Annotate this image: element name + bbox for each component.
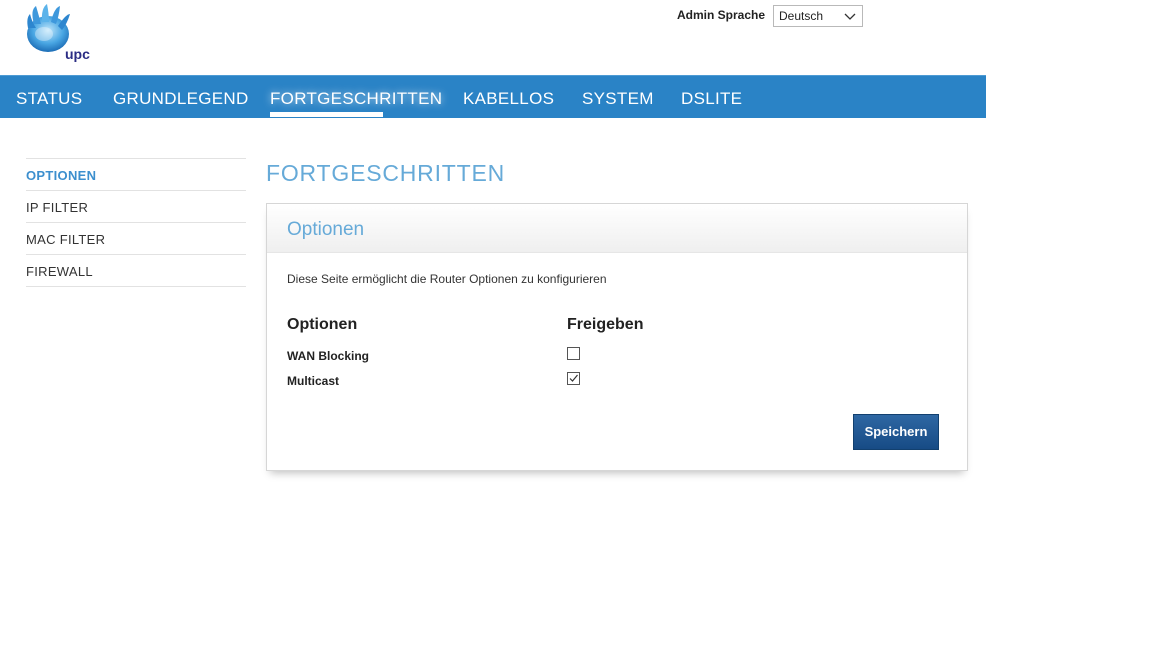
sidebar-item-firewall[interactable]: FIREWALL bbox=[26, 255, 246, 287]
option-label-multicast: Multicast bbox=[287, 374, 340, 388]
checkmark-icon bbox=[569, 374, 578, 382]
language-select[interactable]: Deutsch bbox=[773, 5, 863, 27]
active-nav-indicator bbox=[270, 112, 383, 117]
options-panel: Optionen Diese Seite ermöglicht die Rout… bbox=[266, 203, 968, 471]
nav-item-status[interactable]: STATUS bbox=[16, 76, 82, 119]
sidebar-item-mac-filter[interactable]: MAC FILTER bbox=[26, 223, 246, 255]
sidebar: OPTIONEN IP FILTER MAC FILTER FIREWALL bbox=[26, 158, 246, 287]
panel-description: Diese Seite ermöglicht die Router Option… bbox=[287, 272, 607, 286]
chevron-down-icon bbox=[844, 13, 856, 20]
multicast-checkbox[interactable] bbox=[567, 372, 580, 385]
language-selected-value: Deutsch bbox=[779, 9, 824, 23]
admin-language-label: Admin Sprache bbox=[677, 8, 766, 22]
main-navigation: STATUS GRUNDLEGEND FORTGESCHRITTEN KABEL… bbox=[0, 75, 986, 118]
panel-title: Optionen bbox=[267, 204, 967, 253]
column-header-options: Optionen bbox=[287, 316, 358, 333]
sidebar-item-ip-filter[interactable]: IP FILTER bbox=[26, 191, 246, 223]
option-label-wan-blocking: WAN Blocking bbox=[287, 349, 370, 363]
sidebar-item-optionen[interactable]: OPTIONEN bbox=[26, 159, 246, 191]
nav-item-kabellos[interactable]: KABELLOS bbox=[463, 76, 554, 119]
wan-blocking-checkbox[interactable] bbox=[567, 347, 580, 360]
page-title: FORTGESCHRITTEN bbox=[266, 160, 506, 186]
save-button[interactable]: Speichern bbox=[853, 414, 939, 450]
nav-item-system[interactable]: SYSTEM bbox=[582, 76, 654, 119]
nav-item-dslite[interactable]: DSLITE bbox=[681, 76, 742, 119]
upc-logo-text: upc bbox=[65, 46, 90, 62]
nav-item-grundlegend[interactable]: GRUNDLEGEND bbox=[113, 76, 249, 119]
column-header-enable: Freigeben bbox=[567, 316, 644, 333]
